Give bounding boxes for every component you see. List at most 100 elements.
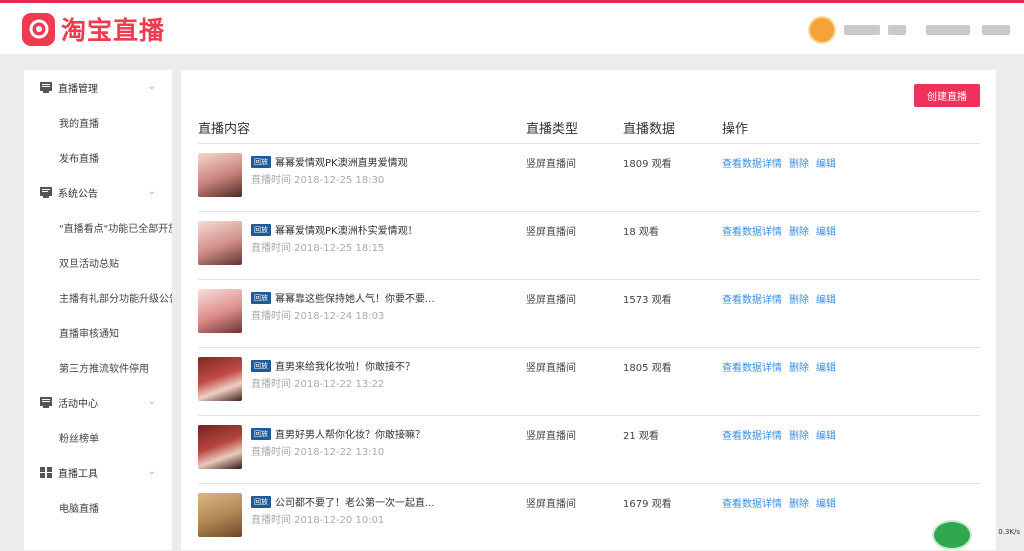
- sidebar-item-fans-ranking[interactable]: 粉丝榜单: [24, 420, 172, 455]
- live-thumbnail[interactable]: [198, 289, 242, 333]
- live-type: 竖屏直播间: [526, 363, 576, 374]
- view-data-link[interactable]: 查看数据详情: [722, 363, 782, 374]
- view-count: 18 观看: [623, 227, 659, 238]
- sidebar-item-announcement[interactable]: 第三方推流软件停用: [24, 350, 172, 385]
- view-data-link[interactable]: 查看数据详情: [722, 431, 782, 442]
- sidebar-group-announcements[interactable]: 系统公告 ⌄: [24, 175, 172, 210]
- chevron-down-icon: ⌄: [147, 81, 156, 92]
- logo[interactable]: 淘宝直播: [22, 11, 165, 47]
- create-live-button[interactable]: 创建直播: [914, 84, 980, 107]
- row-actions: 查看数据详情 删除 编辑: [722, 155, 843, 170]
- delete-link[interactable]: 删除: [789, 159, 809, 170]
- edit-link[interactable]: 编辑: [816, 499, 836, 510]
- row-actions: 查看数据详情 删除 编辑: [722, 291, 843, 306]
- live-type: 竖屏直播间: [526, 227, 576, 238]
- chevron-down-icon: ⌄: [147, 186, 156, 197]
- live-thumbnail[interactable]: [198, 357, 242, 401]
- live-time: 直播时间 2018-12-25 18:15: [251, 243, 385, 254]
- view-count: 1679 观看: [623, 499, 672, 510]
- live-title[interactable]: 公司都不要了！老公第一次一起直...: [275, 494, 435, 509]
- delete-link[interactable]: 删除: [789, 363, 809, 374]
- user-area[interactable]: [808, 16, 1010, 44]
- live-type: 竖屏直播间: [526, 431, 576, 442]
- view-count: 1805 观看: [623, 363, 672, 374]
- sidebar-group-label: 活动中心: [58, 399, 98, 410]
- sidebar-item-announcement[interactable]: 双旦活动总贴: [24, 245, 172, 280]
- sidebar-group-label: 直播工具: [58, 469, 98, 480]
- blurred-username: [844, 25, 880, 35]
- row-actions: 查看数据详情 删除 编辑: [722, 223, 843, 238]
- sidebar-group-activity[interactable]: 活动中心 ⌄: [24, 385, 172, 420]
- header: 淘宝直播: [0, 3, 1024, 54]
- column-header-type: 直播类型: [526, 122, 579, 137]
- live-time: 直播时间 2018-12-22 13:22: [251, 379, 385, 390]
- table-row: 回放 幂幂爱情观PK澳洲直男爱情观 直播时间 2018-12-25 18:30 …: [198, 143, 980, 211]
- edit-link[interactable]: 编辑: [816, 159, 836, 170]
- main-panel: 创建直播 直播内容 直播类型 直播数据 操作 回放 幂幂爱情观PK澳洲直男爱情观…: [181, 70, 996, 550]
- floating-widget-icon[interactable]: [932, 520, 972, 550]
- delete-link[interactable]: 删除: [789, 431, 809, 442]
- sidebar-item-publish-live[interactable]: 发布直播: [24, 140, 172, 175]
- table-row: 回放 幂幂靠这些保持她人气！你要不要... 直播时间 2018-12-24 18…: [198, 279, 980, 347]
- delete-link[interactable]: 删除: [789, 227, 809, 238]
- live-time: 直播时间 2018-12-25 18:30: [251, 175, 385, 186]
- sidebar-item-announcement[interactable]: "直播看点"功能已全部开放: [24, 210, 172, 245]
- live-thumbnail[interactable]: [198, 153, 242, 197]
- live-time: 直播时间 2018-12-22 13:10: [251, 447, 385, 458]
- live-time: 直播时间 2018-12-24 18:03: [251, 311, 385, 322]
- live-title[interactable]: 幂幂爱情观PK澳洲直男爱情观: [275, 154, 408, 169]
- sidebar: 直播管理 ⌄ 我的直播 发布直播 系统公告 ⌄ "直播看点"功能已全部开放 双旦…: [24, 70, 172, 550]
- sidebar-group-label: 直播管理: [58, 84, 98, 95]
- view-data-link[interactable]: 查看数据详情: [722, 159, 782, 170]
- live-title[interactable]: 幂幂靠这些保持她人气！你要不要...: [275, 290, 435, 305]
- row-actions: 查看数据详情 删除 编辑: [722, 495, 843, 510]
- replay-badge: 回放: [251, 224, 271, 236]
- replay-badge: 回放: [251, 156, 271, 168]
- replay-badge: 回放: [251, 292, 271, 304]
- live-list: 回放 幂幂爱情观PK澳洲直男爱情观 直播时间 2018-12-25 18:30 …: [198, 143, 980, 551]
- live-title[interactable]: 幂幂爱情观PK澳洲朴实爱情观！: [275, 222, 418, 237]
- live-time: 直播时间 2018-12-20 10:01: [251, 515, 385, 526]
- delete-link[interactable]: 删除: [789, 295, 809, 306]
- edit-link[interactable]: 编辑: [816, 295, 836, 306]
- view-data-link[interactable]: 查看数据详情: [722, 499, 782, 510]
- live-thumbnail[interactable]: [198, 221, 242, 265]
- column-header-data: 直播数据: [623, 122, 676, 137]
- view-count: 1573 观看: [623, 295, 672, 306]
- replay-badge: 回放: [251, 360, 271, 372]
- replay-badge: 回放: [251, 428, 271, 440]
- avatar[interactable]: [808, 16, 836, 44]
- sidebar-item-announcement[interactable]: 直播审核通知: [24, 315, 172, 350]
- edit-link[interactable]: 编辑: [816, 227, 836, 238]
- live-title[interactable]: 直男来给我化妆啦！你敢接不？: [275, 358, 415, 373]
- sidebar-item-announcement[interactable]: 主播有礼部分功能升级公告: [24, 280, 172, 315]
- live-type: 竖屏直播间: [526, 499, 576, 510]
- logo-text: 淘宝直播: [61, 16, 166, 45]
- taobao-live-logo-icon: [22, 12, 55, 46]
- replay-badge: 回放: [251, 496, 271, 508]
- live-title[interactable]: 直男好男人帮你化妆？你敢接嘛？: [275, 426, 425, 441]
- sidebar-group-live-manage[interactable]: 直播管理 ⌄: [24, 70, 172, 105]
- live-thumbnail[interactable]: [198, 425, 242, 469]
- net-speed: 0.3K/s: [998, 528, 1020, 536]
- sidebar-group-label: 系统公告: [58, 189, 98, 200]
- edit-link[interactable]: 编辑: [816, 363, 836, 374]
- view-count: 21 观看: [623, 431, 659, 442]
- view-data-link[interactable]: 查看数据详情: [722, 295, 782, 306]
- column-header-actions: 操作: [722, 122, 749, 137]
- view-data-link[interactable]: 查看数据详情: [722, 227, 782, 238]
- live-thumbnail[interactable]: [198, 493, 242, 537]
- table-row: 回放 公司都不要了！老公第一次一起直... 直播时间 2018-12-20 10…: [198, 483, 980, 551]
- table-header: 直播内容 直播类型 直播数据 操作: [198, 118, 980, 140]
- row-actions: 查看数据详情 删除 编辑: [722, 427, 843, 442]
- edit-link[interactable]: 编辑: [816, 431, 836, 442]
- blurred-text: [982, 25, 1010, 35]
- blurred-text: [888, 25, 906, 35]
- table-row: 回放 直男来给我化妆啦！你敢接不？ 直播时间 2018-12-22 13:22 …: [198, 347, 980, 415]
- sidebar-item-my-live[interactable]: 我的直播: [24, 105, 172, 140]
- column-header-content: 直播内容: [198, 122, 251, 137]
- sidebar-group-tools[interactable]: 直播工具 ⌄: [24, 455, 172, 490]
- chevron-down-icon: ⌄: [147, 396, 156, 407]
- delete-link[interactable]: 删除: [789, 499, 809, 510]
- sidebar-item-pc-live[interactable]: 电脑直播: [24, 490, 172, 525]
